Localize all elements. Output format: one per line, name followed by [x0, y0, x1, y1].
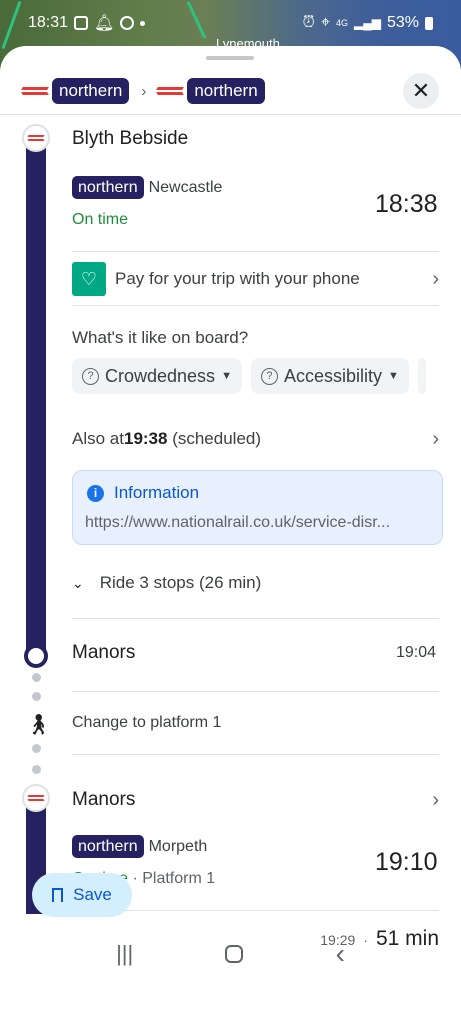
header-divider — [0, 114, 461, 115]
onboard-question: What's it like on board? — [72, 328, 249, 347]
more-chip[interactable] — [417, 358, 426, 394]
national-rail-logo-icon — [22, 84, 48, 98]
departure-time: 19:10 — [375, 848, 438, 876]
close-button[interactable]: ✕ — [403, 73, 439, 109]
station-marker-icon — [22, 124, 50, 152]
route-info: northern Morpeth — [72, 835, 207, 858]
operator-badge: northern — [187, 78, 265, 104]
route-destination: Newcastle — [148, 178, 223, 196]
national-rail-logo-icon — [157, 84, 183, 98]
save-label: Save — [73, 885, 112, 904]
dropdown-caret-icon: ▼ — [387, 370, 399, 382]
transfer-text: Change to platform 1 — [72, 714, 222, 731]
drag-handle[interactable] — [206, 56, 254, 60]
accessibility-chip[interactable]: ? Accessibility ▼ — [250, 358, 409, 394]
walk-dot — [32, 765, 41, 774]
dropdown-caret-icon: ▼ — [221, 370, 232, 382]
chevron-right-icon: › — [432, 427, 439, 450]
bookmark-icon — [52, 888, 64, 902]
recent-apps-icon[interactable]: ||| — [116, 941, 133, 967]
station-marker-icon — [22, 784, 50, 812]
pay-with-phone-row[interactable]: ♡ Pay for your trip with your phone › — [72, 260, 439, 298]
chevron-right-icon: › — [432, 267, 439, 290]
information-card[interactable]: i Information https://www.nationalrail.c… — [72, 470, 443, 545]
arrival-time: 19:04 — [396, 644, 437, 661]
alarm-icon: ⏰︎ — [302, 14, 315, 31]
help-icon: ? — [260, 367, 278, 385]
route-destination: Morpeth — [148, 837, 208, 855]
crowdedness-chip[interactable]: ? Crowdedness ▼ — [72, 358, 242, 394]
departure-time: 18:38 — [375, 190, 438, 218]
heart-payment-icon: ♡ — [72, 262, 106, 296]
chip-label: Crowdedness — [105, 365, 216, 386]
also-at-time: 19:38 — [123, 429, 168, 448]
status-bar: 18:31 🔔︎ ⏰︎ ⌖ 4G ▂▄▆ 53% — [0, 0, 461, 46]
second-origin-name: Manors — [72, 789, 136, 810]
walk-dot — [32, 744, 41, 753]
chevron-right-icon: › — [432, 788, 439, 811]
network-type: 4G — [335, 18, 348, 28]
battery-percent: 53% — [386, 14, 419, 31]
info-title: Information — [114, 483, 200, 502]
divider — [72, 910, 439, 911]
stop-end-marker — [24, 644, 48, 668]
chevron-right-icon: › — [141, 82, 147, 100]
also-at-suffix: (scheduled) — [167, 429, 262, 448]
divider — [72, 305, 439, 306]
arrival-stop-name[interactable]: Manors — [72, 642, 135, 664]
divider — [72, 691, 439, 692]
origin-stop-name[interactable]: Blyth Bebside — [72, 128, 188, 150]
signal-icon: ▂▄▆ — [354, 16, 381, 30]
bell-icon: 🔔︎ — [94, 15, 115, 32]
route-badge: northern — [72, 835, 144, 858]
help-icon: ? — [82, 367, 99, 385]
route-info: northern Newcastle — [72, 176, 222, 199]
chevron-down-icon: ⌄ — [72, 574, 84, 591]
battery-icon — [425, 16, 433, 30]
walk-dot — [32, 673, 41, 682]
gallery-icon — [74, 16, 89, 30]
notification-dot-icon — [140, 20, 146, 26]
platform-text: · Platform 1 — [128, 870, 216, 887]
chip-label: Accessibility — [283, 365, 382, 386]
operator-badge: northern — [52, 78, 130, 104]
walking-person-icon: 🚶︎ — [26, 714, 52, 736]
status-time: 18:31 — [28, 14, 69, 31]
also-at-row[interactable]: Also at 19:38 (scheduled) › — [72, 424, 439, 454]
pay-text: Pay for your trip with your phone — [115, 269, 360, 288]
operator-header: northern › northern ✕ — [0, 68, 461, 114]
back-icon[interactable]: ‹ — [336, 938, 345, 970]
location-icon: ⌖ — [320, 14, 330, 31]
route-badge: northern — [72, 176, 144, 199]
also-at-prefix: Also at — [72, 429, 124, 448]
onboard-chips: ? Crowdedness ▼ ? Accessibility ▼ — [72, 358, 426, 394]
close-icon: ✕ — [411, 78, 431, 103]
home-icon[interactable] — [225, 945, 244, 963]
walk-dot — [32, 692, 41, 701]
info-icon: i — [87, 484, 104, 502]
second-origin-row[interactable]: Manors › — [72, 786, 439, 814]
system-nav-bar: ||| ‹ — [0, 930, 461, 978]
ride-stops-text: Ride 3 stops (26 min) — [99, 573, 262, 592]
ride-stops-toggle[interactable]: ⌄ Ride 3 stops (26 min) — [72, 573, 261, 593]
status-on-time: On time — [72, 211, 129, 228]
info-url[interactable]: https://www.nationalrail.co.uk/service-d… — [85, 514, 390, 532]
whatsapp-icon — [120, 16, 135, 30]
divider — [72, 618, 439, 619]
route-line — [26, 138, 46, 656]
save-button[interactable]: Save — [32, 873, 132, 917]
divider — [72, 754, 439, 755]
divider — [72, 251, 439, 252]
